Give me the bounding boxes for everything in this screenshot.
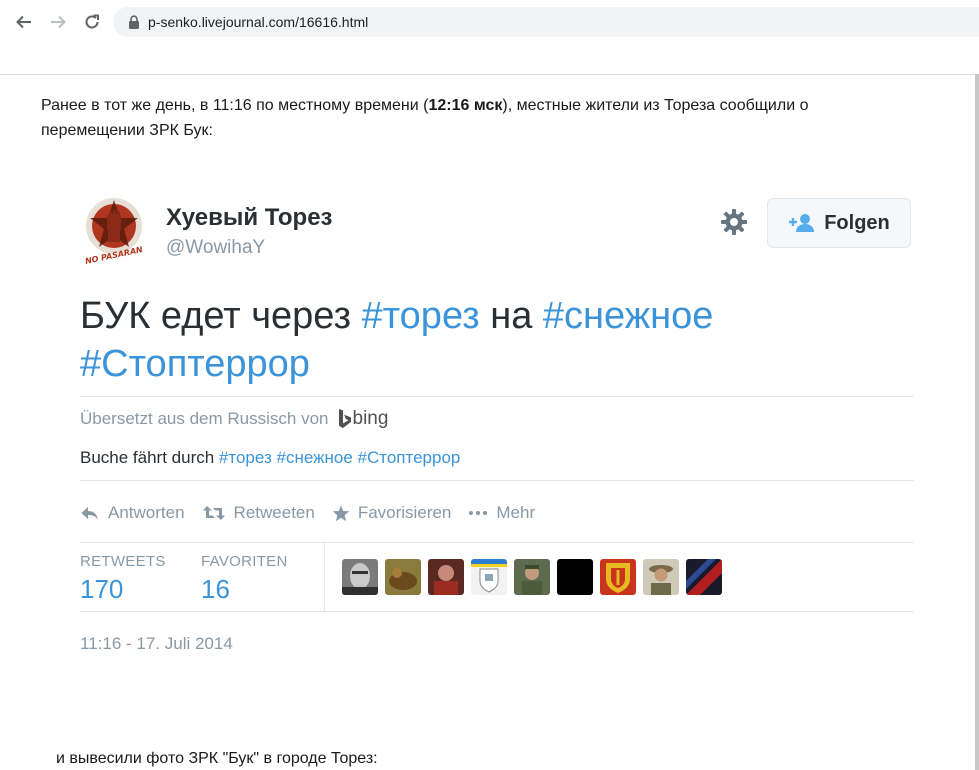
favorites-label: FAVORITEN bbox=[201, 553, 288, 570]
favoriter-avatar[interactable] bbox=[471, 559, 507, 595]
bing-logo[interactable]: bing bbox=[337, 408, 389, 430]
article-intro: Ранее в тот же день, в 11:16 по местному… bbox=[41, 93, 901, 143]
follow-label: Folgen bbox=[824, 211, 890, 234]
reply-icon bbox=[81, 507, 98, 520]
lock-icon bbox=[129, 15, 139, 29]
tweet-text-plain-1: БУК едет через bbox=[80, 295, 362, 337]
divider bbox=[80, 480, 914, 481]
hashtag-link[interactable]: #торез bbox=[219, 448, 272, 467]
retweet-label: Retweeten bbox=[233, 503, 315, 522]
article-paragraph: и вывесили фото ЗРК "Бук" в городе Торез… bbox=[56, 750, 378, 767]
more-label: Mehr bbox=[496, 503, 536, 522]
reload-button[interactable] bbox=[80, 10, 104, 34]
star-icon bbox=[332, 505, 350, 521]
address-bar[interactable]: p-senko.livejournal.com/16616.html bbox=[113, 7, 979, 37]
favorites-count: 16 bbox=[201, 574, 230, 604]
hashtag-link[interactable]: #снежное bbox=[277, 448, 353, 467]
tweet-stats: RETWEETS 170 FAVORITEN 16 bbox=[80, 543, 914, 611]
translated-by-text: Übersetzt aus dem Russisch von bbox=[80, 409, 329, 428]
tweet-actions: Antworten Retweeten Favorisieren Mehr bbox=[80, 503, 552, 523]
favorite-label: Favorisieren bbox=[357, 503, 452, 522]
favoriter-avatar[interactable] bbox=[643, 559, 679, 595]
divider bbox=[80, 611, 914, 612]
retweet-icon bbox=[202, 506, 225, 520]
bing-icon bbox=[338, 409, 351, 428]
hashtag-link[interactable]: #Стоптеррор bbox=[80, 343, 310, 385]
page-scrollbar[interactable] bbox=[975, 44, 979, 770]
forward-button[interactable] bbox=[46, 10, 70, 34]
retweets-count: 170 bbox=[80, 574, 124, 604]
add-user-icon bbox=[789, 214, 815, 232]
arrow-left-icon bbox=[16, 15, 31, 29]
favoriter-avatar[interactable] bbox=[514, 559, 550, 595]
reply-action[interactable]: Antworten bbox=[80, 503, 185, 523]
retweets-label: RETWEETS bbox=[80, 553, 166, 570]
hashtag-link[interactable]: #снежное bbox=[543, 295, 714, 337]
hashtag-link[interactable]: #торез bbox=[362, 295, 480, 337]
retweet-action[interactable]: Retweeten bbox=[202, 503, 315, 523]
follow-button[interactable]: Folgen bbox=[767, 198, 911, 248]
translated-text: Buche fährt durch #торез #снежное #Стопт… bbox=[80, 448, 460, 468]
favorite-action[interactable]: Favorisieren bbox=[332, 503, 452, 523]
divider bbox=[80, 396, 914, 397]
toolbar-divider bbox=[0, 74, 979, 75]
user-handle[interactable]: @WowihaY bbox=[166, 237, 265, 259]
favoriter-avatar[interactable] bbox=[600, 559, 636, 595]
retweets-stat[interactable]: RETWEETS 170 bbox=[80, 553, 166, 605]
intro-bold: 12:16 мск bbox=[428, 97, 503, 114]
favoriter-avatar[interactable] bbox=[342, 559, 378, 595]
favoriter-avatar[interactable] bbox=[686, 559, 722, 595]
favoriter-avatar[interactable] bbox=[428, 559, 464, 595]
scrollbar-cap bbox=[962, 44, 979, 74]
translated-plain: Buche fährt durch bbox=[80, 448, 219, 467]
intro-text-1: Ранее в тот же день, в 11:16 по местному… bbox=[41, 97, 429, 114]
display-name[interactable]: Хуевый Торез bbox=[166, 204, 333, 232]
url-text: p-senko.livejournal.com/16616.html bbox=[148, 14, 369, 30]
tweet-text-plain-2: на bbox=[479, 295, 543, 337]
browser-toolbar: p-senko.livejournal.com/16616.html bbox=[0, 0, 979, 44]
favoriter-avatar[interactable] bbox=[557, 559, 593, 595]
bing-label: bing bbox=[352, 408, 389, 429]
tweet-text: БУК едет через #торез на #снежное #Стопт… bbox=[80, 292, 914, 388]
back-button[interactable] bbox=[12, 10, 36, 34]
favorites-stat[interactable]: FAVORITEN 16 bbox=[201, 553, 288, 605]
hashtag-link[interactable]: #Стоптеррор bbox=[358, 448, 461, 467]
favoriter-avatars bbox=[342, 559, 722, 595]
reply-label: Antworten bbox=[108, 503, 185, 522]
more-dots-icon bbox=[469, 511, 488, 515]
more-action[interactable]: Mehr bbox=[468, 503, 535, 523]
tweet-timestamp[interactable]: 11:16 - 17. Juli 2014 bbox=[80, 634, 233, 654]
arrow-right-icon bbox=[51, 15, 66, 29]
stats-divider bbox=[324, 543, 325, 611]
user-avatar[interactable]: NO PASARAN bbox=[80, 196, 148, 264]
gear-icon[interactable] bbox=[720, 208, 748, 236]
reload-icon bbox=[85, 14, 99, 29]
favoriter-avatar[interactable] bbox=[385, 559, 421, 595]
translation-attribution: Übersetzt aus dem Russisch von bing bbox=[80, 408, 388, 430]
